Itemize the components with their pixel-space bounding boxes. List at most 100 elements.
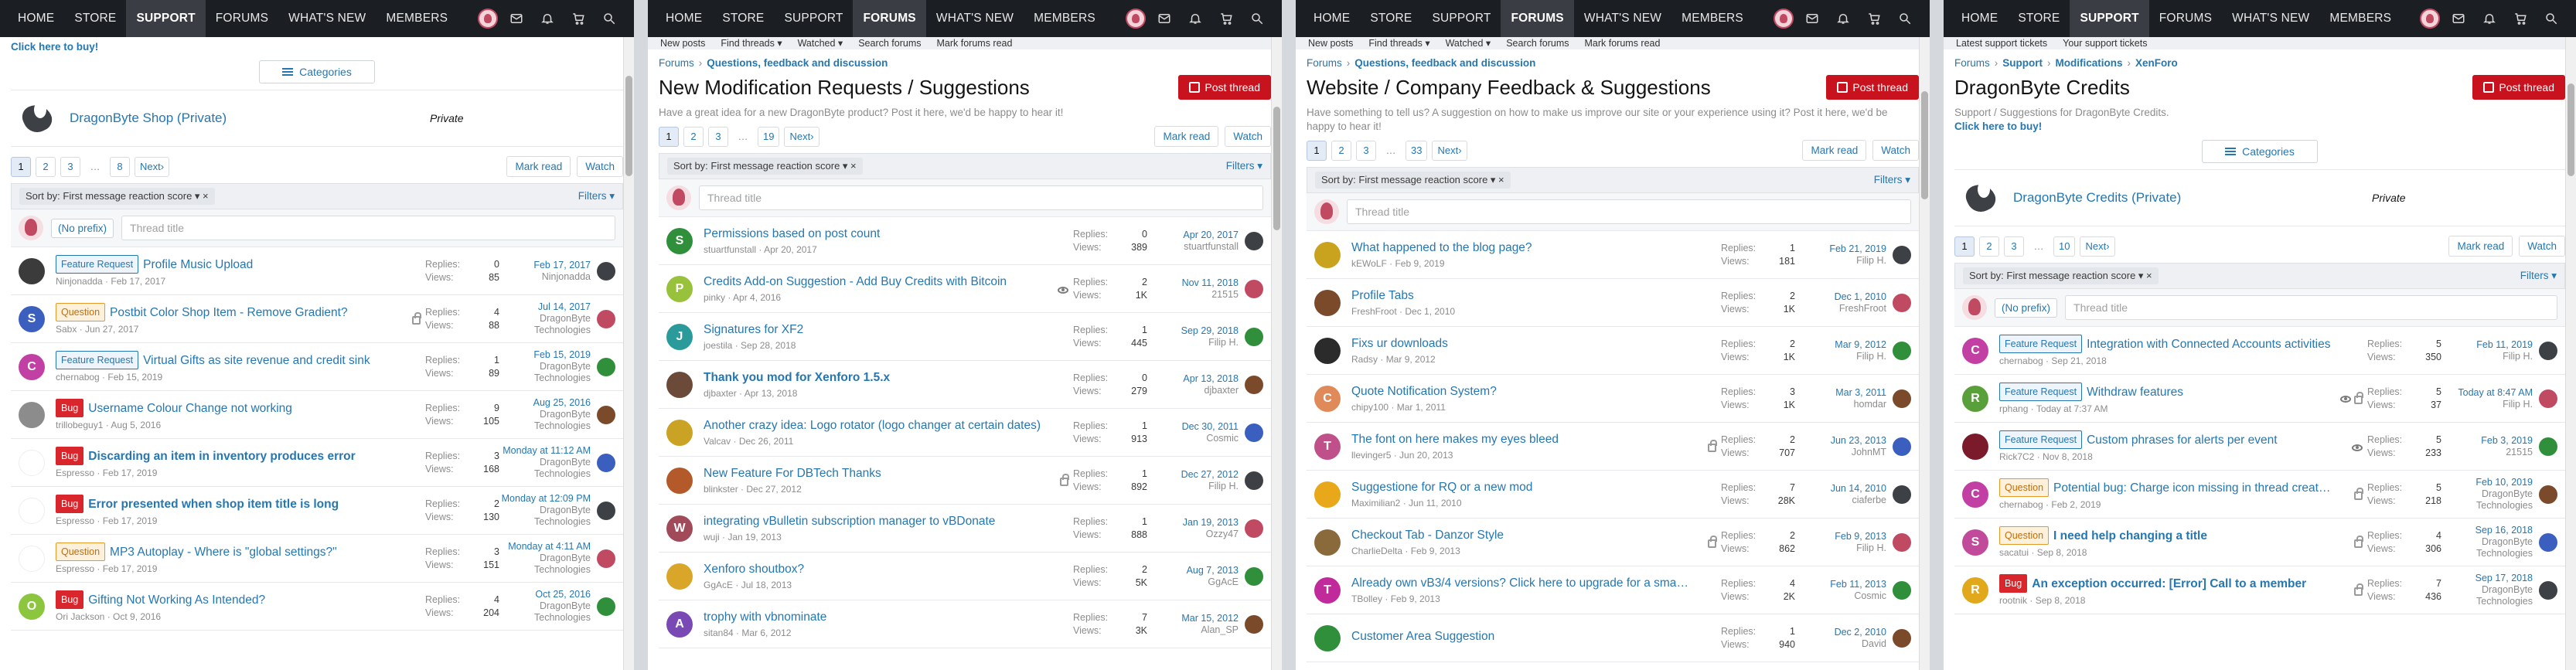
thread-prefix-feature[interactable]: Feature Request [1999,335,2083,353]
nav-tab-store[interactable]: STORE [712,0,774,37]
thread-title-input[interactable]: Thread title [2065,295,2557,320]
last-poster-avatar[interactable] [1893,341,1911,360]
thread-title-text[interactable]: Profile Tabs [1351,289,1414,302]
thread-start-date[interactable]: Apr 4, 2016 [733,292,781,303]
last-post-date[interactable]: Feb 15, 2019 [499,349,591,361]
page-1-button[interactable]: 1 [1307,140,1327,161]
subnav-link[interactable]: Find threads ▾ [1368,37,1429,49]
thread-title[interactable]: Bug Username Colour Change not working [56,399,394,417]
last-poster-avatar[interactable] [2539,389,2557,408]
breadcrumb-item[interactable]: Support [2002,57,2043,69]
thread-start-date[interactable]: Mar 6, 2012 [741,627,791,638]
thread-title-text[interactable]: Fixs ur downloads [1351,337,1448,350]
thread-author[interactable]: CharlieDelta [1351,546,1402,556]
thread-author-avatar[interactable] [1314,289,1341,316]
last-post-user[interactable]: Filip H. [2441,351,2533,362]
bell-icon[interactable] [2477,6,2502,31]
thread-title-text[interactable]: Xenforo shoutbox? [704,563,804,576]
remove-filter-icon[interactable]: ▾ × [1487,174,1504,185]
nav-tab-home[interactable]: HOME [1951,0,2008,37]
last-post-user[interactable]: homdar [1795,399,1886,410]
thread-author[interactable]: chernabog [1999,499,2043,510]
thread-author-avatar[interactable] [19,401,45,428]
nav-tab-support[interactable]: SUPPORT [126,0,206,37]
thread-row[interactable]: Another crazy idea: Logo rotator (logo c… [659,409,1271,457]
thread-author[interactable]: joestila [704,340,732,351]
last-poster-avatar[interactable] [1893,437,1911,456]
inbox-icon[interactable] [504,6,529,31]
thread-title[interactable]: integrating vBulletin subscription manag… [704,514,1042,529]
thread-author[interactable]: llevinger5 [1351,450,1391,461]
page-8-button[interactable]: 8 [110,156,130,177]
nav-tab-store[interactable]: STORE [64,0,126,37]
thread-prefix-question[interactable]: Question [1999,526,2050,545]
thread-author[interactable]: blinkster [704,484,738,495]
thread-title[interactable]: Quote Notification System? [1351,384,1690,400]
subnav-link[interactable]: Watched ▾ [1446,37,1491,49]
subnav-link[interactable]: Mark forums read [1585,37,1661,49]
thread-prefix-feature[interactable]: Feature Request [56,351,139,369]
thread-row[interactable]: S Permissions based on post count stuartfu… [659,217,1271,265]
thread-author-avatar[interactable]: T [1314,576,1341,604]
last-post-date[interactable]: Feb 9, 2013 [1795,531,1886,542]
last-post-user[interactable]: Alan_SP [1147,624,1239,636]
watch-button[interactable]: Watch [1225,126,1271,147]
subforum-title[interactable]: DragonByte Credits (Private) [2013,190,2372,206]
thread-start-date[interactable]: Oct 9, 2016 [113,611,161,622]
cart-icon[interactable] [1862,6,1886,31]
mark-read-button[interactable]: Mark read [2448,236,2513,257]
last-post-date[interactable]: Feb 3, 2019 [2441,435,2533,447]
last-post-user[interactable]: David [1795,638,1886,650]
filters-button[interactable]: Filters ▾ [2520,270,2557,282]
subnav-link[interactable]: New posts [660,37,705,49]
thread-prefix-question[interactable]: Question [56,542,106,561]
next-page-button[interactable]: Next › [135,156,170,177]
last-post-date[interactable]: Monday at 4:11 AM [499,541,591,553]
inbox-icon[interactable] [1152,6,1177,31]
thread-prefix-feature[interactable]: Feature Request [1999,383,2083,401]
thread-author-avatar[interactable] [1314,481,1341,508]
thread-author[interactable]: trillobeguy1 [56,420,103,430]
watch-button[interactable]: Watch [2519,236,2565,257]
categories-button[interactable]: Categories [259,60,375,83]
last-post-user[interactable]: DragonByte Technologies [499,457,591,480]
thread-author-avatar[interactable]: W [666,515,693,542]
thread-author-avatar[interactable]: R [1962,385,1988,412]
nav-tab-store[interactable]: STORE [2008,0,2070,37]
thread-row[interactable]: C Feature Request Integration with Connect… [1954,327,2565,375]
last-post-user[interactable]: Filip H. [1795,542,1886,554]
thread-title[interactable]: Already own vB3/4 versions? Click here t… [1351,576,1690,591]
last-post-date[interactable]: Feb 10, 2019 [2441,477,2533,488]
watch-button[interactable]: Watch [1872,140,1919,161]
last-post-date[interactable]: Dec 27, 2012 [1147,469,1239,481]
breadcrumb-item[interactable]: Modifications [2056,57,2123,69]
last-poster-avatar[interactable] [1245,471,1263,490]
last-post-date[interactable]: Monday at 11:12 AM [499,445,591,457]
thread-author[interactable]: rootnik [1999,595,2027,606]
thread-author-avatar[interactable]: S [666,227,693,254]
sort-by-filter[interactable]: Sort by: First message reaction score ▾ … [1315,172,1511,189]
thread-author[interactable]: Radsy [1351,354,1378,365]
thread-author[interactable]: Maximilian2 [1351,498,1400,508]
subnav-link[interactable]: Watched ▾ [798,37,843,49]
page-2-button[interactable]: 2 [36,156,56,177]
thread-author[interactable]: Valcav [704,436,731,447]
thread-start-date[interactable]: Sep 8, 2018 [2036,595,2086,606]
last-post-date[interactable]: Mar 9, 2012 [1795,339,1886,351]
page-2-button[interactable]: 2 [1331,140,1351,161]
last-poster-avatar[interactable] [2539,341,2557,360]
thread-title-text[interactable]: Integration with Connected Accounts acti… [2087,338,2330,351]
thread-prefix-feature[interactable]: Feature Request [1999,430,2083,449]
cart-icon[interactable] [1214,6,1239,31]
thread-title-text[interactable]: Virtual Gifts as site revenue and credit… [143,354,370,367]
thread-row[interactable]: Xenforo shoutbox? GgAcE · Jul 18, 2013 Rep… [659,553,1271,600]
sort-by-filter[interactable]: Sort by: First message reaction score ▾ … [19,188,215,205]
subforum-node[interactable]: DragonByte Credits (Private) Private [1954,169,2565,226]
thread-start-date[interactable]: Apr 13, 2018 [745,388,798,399]
search-icon[interactable] [2539,6,2564,31]
thread-title[interactable]: Permissions based on post count [704,226,1042,242]
thread-title[interactable]: Suggestione for RQ or a new mod [1351,480,1690,495]
last-post-user[interactable]: DragonByte Technologies [499,313,591,336]
thread-title[interactable]: Question Potential bug: Charge icon missi… [1999,478,2336,497]
thread-author-avatar[interactable]: C [1962,481,1988,508]
